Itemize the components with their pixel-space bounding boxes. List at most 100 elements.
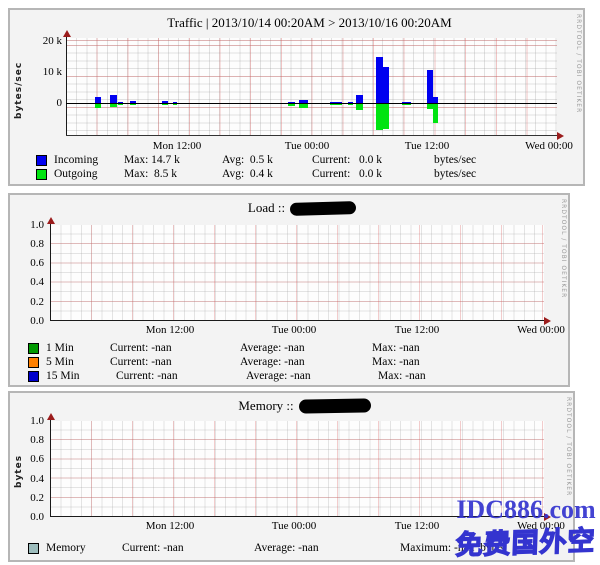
incoming-bar <box>348 102 353 103</box>
memory-swatch-icon <box>28 543 39 554</box>
y-tick: 0.0 <box>18 511 44 523</box>
legend-label: Incoming <box>54 154 124 166</box>
y-tick-10k: 10 k <box>30 66 62 78</box>
y-tick: 0.0 <box>18 315 44 327</box>
legend-average: Average: -nan <box>254 542 400 554</box>
incoming-bar <box>118 102 123 103</box>
legend-row-outgoing: Outgoing Max: 8.5 k Avg: 0.4 k Current: … <box>36 167 476 181</box>
legend-row-memory: Memory Current: -nan Average: -nan Maxim… <box>28 541 504 555</box>
x-tick-mon12: Mon 12:00 <box>145 140 209 152</box>
legend-unit: bytes/sec <box>434 154 476 166</box>
x-tick-wed00: Wed 00:00 <box>517 140 581 152</box>
legend-average: Average: -nan <box>240 356 372 368</box>
1min-swatch-icon <box>28 343 39 354</box>
legend-current: Current: 0.0 k <box>312 154 434 166</box>
y-axis-arrow-icon <box>47 213 55 224</box>
y-tick: 0.2 <box>18 296 44 308</box>
traffic-legend: Incoming Max: 14.7 k Avg: 0.5 k Current:… <box>36 153 476 181</box>
load-title: Load :: <box>23 200 581 216</box>
legend-label: Outgoing <box>54 168 124 180</box>
incoming-bar <box>330 102 342 103</box>
outgoing-bar <box>288 104 295 106</box>
traffic-graph-panel: Traffic | 2013/10/14 00:20AM > 2013/10/1… <box>8 8 585 186</box>
outgoing-bar <box>383 104 389 129</box>
legend-current: Current: -nan <box>116 370 246 382</box>
legend-average: Average: -nan <box>240 342 372 354</box>
y-axis-arrow-icon <box>63 26 71 37</box>
y-tick: 0.4 <box>18 276 44 288</box>
y-tick: 0.6 <box>18 453 44 465</box>
outgoing-bar <box>130 104 136 105</box>
x-tick-tue12: Tue 12:00 <box>385 520 449 532</box>
incoming-bar <box>433 97 438 103</box>
x-tick-tue00: Tue 00:00 <box>275 140 339 152</box>
outgoing-bar <box>356 104 363 110</box>
legend-label: 15 Min <box>46 370 116 382</box>
incoming-bar <box>162 101 168 103</box>
outgoing-bar <box>330 104 342 105</box>
legend-row-5min: 5 Min Current: -nan Average: -nan Max: -… <box>28 355 426 369</box>
legend-label: 1 Min <box>46 342 110 354</box>
incoming-bar <box>173 102 177 103</box>
zero-line <box>66 103 557 104</box>
redaction-blob <box>299 398 371 413</box>
x-tick-tue00: Tue 00:00 <box>262 324 326 336</box>
outgoing-bar <box>118 104 123 105</box>
outgoing-bar <box>402 104 411 105</box>
incoming-bar <box>402 102 411 103</box>
legend-max: Max: 8.5 k <box>124 168 222 180</box>
memory-title-text: Memory :: <box>238 398 293 414</box>
outgoing-swatch-icon <box>36 169 47 180</box>
y-axis-line <box>66 33 67 136</box>
y-tick-20k: 20 k <box>30 35 62 47</box>
legend-row-15min: 15 Min Current: -nan Average: -nan Max: … <box>28 369 426 383</box>
x-tick-tue12: Tue 12:00 <box>395 140 459 152</box>
legend-max: Max: -nan <box>372 342 420 354</box>
y-axis-arrow-icon <box>47 409 55 420</box>
x-tick-mon12: Mon 12:00 <box>138 324 202 336</box>
legend-max: Max: -nan <box>378 370 426 382</box>
5min-swatch-icon <box>28 357 39 368</box>
legend-current: Current: 0.0 k <box>312 168 434 180</box>
outgoing-bar <box>173 104 177 105</box>
incoming-bar <box>110 95 117 103</box>
redaction-blob <box>290 201 356 216</box>
y-tick: 1.0 <box>18 415 44 427</box>
outgoing-bar <box>376 104 383 130</box>
legend-row-1min: 1 Min Current: -nan Average: -nan Max: -… <box>28 341 426 355</box>
legend-max: Max: -nan <box>372 356 420 368</box>
incoming-bar <box>130 101 136 103</box>
y-axis-line <box>50 220 51 321</box>
x-axis-arrow-icon <box>557 132 568 140</box>
outgoing-bar <box>348 104 353 105</box>
x-axis-line <box>50 320 544 321</box>
outgoing-bar <box>95 104 101 108</box>
legend-label: 5 Min <box>46 356 110 368</box>
legend-max: Max: 14.7 k <box>124 154 222 166</box>
x-tick-mon12: Mon 12:00 <box>138 520 202 532</box>
y-tick: 0.8 <box>18 434 44 446</box>
legend-unit: bytes/sec <box>434 168 476 180</box>
traffic-plot <box>66 38 557 136</box>
traffic-y-axis-label: bytes/sec <box>14 42 24 138</box>
incoming-bar <box>356 95 363 103</box>
incoming-swatch-icon <box>36 155 47 166</box>
load-graph-panel: Load :: RRDTOOL / TOBI OETIKER 1.0 0.8 0… <box>8 193 570 387</box>
legend-current: Current: -nan <box>110 356 240 368</box>
site-watermark-caption: 免费国外空间 <box>449 518 600 565</box>
outgoing-bar <box>299 104 308 108</box>
x-tick-tue12: Tue 12:00 <box>385 324 449 336</box>
outgoing-bar <box>162 104 168 105</box>
rrdtool-graphs-page: Traffic | 2013/10/14 00:20AM > 2013/10/1… <box>0 0 600 565</box>
x-axis-line <box>66 135 557 136</box>
outgoing-bar <box>110 104 117 107</box>
y-tick: 0.2 <box>18 492 44 504</box>
memory-title: Memory :: <box>23 398 586 414</box>
15min-swatch-icon <box>28 371 39 382</box>
legend-avg: Avg: 0.4 k <box>222 168 312 180</box>
y-tick: 0.8 <box>18 238 44 250</box>
y-tick: 0.6 <box>18 257 44 269</box>
legend-current: Current: -nan <box>122 542 254 554</box>
incoming-bar <box>383 67 389 103</box>
legend-average: Average: -nan <box>246 370 378 382</box>
